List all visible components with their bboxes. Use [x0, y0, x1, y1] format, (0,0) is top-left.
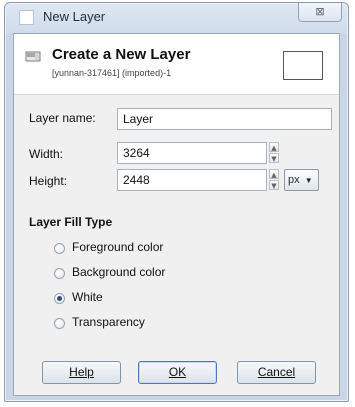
unit-select[interactable]: px ▼ — [284, 169, 319, 191]
help-button[interactable]: Help — [42, 361, 121, 384]
radio-white[interactable]: White — [54, 290, 244, 308]
ok-label: OK — [168, 365, 187, 379]
unit-value: px — [288, 174, 300, 186]
spin-up-icon[interactable]: ▲ — [269, 169, 279, 179]
radio-label: Transparency — [72, 315, 145, 329]
cancel-label: Cancel — [257, 365, 296, 379]
radio-label: Background color — [72, 265, 166, 279]
close-button[interactable]: ⊠ — [298, 3, 342, 22]
dialog-content: Create a New Layer [yunnan-317461] (impo… — [13, 33, 340, 396]
cancel-button[interactable]: Cancel — [237, 361, 316, 384]
spin-down-icon[interactable]: ▼ — [269, 180, 279, 190]
layer-name-input[interactable]: Layer — [117, 108, 332, 130]
radio-button-icon[interactable] — [54, 243, 65, 254]
dialog-title: Create a New Layer — [52, 46, 191, 63]
chevron-down-icon: ▼ — [304, 176, 313, 185]
help-label: Help — [69, 365, 94, 379]
radio-foreground-color[interactable]: Foreground color — [54, 240, 244, 258]
layer-preview — [283, 51, 323, 80]
fill-type-title: Layer Fill Type — [29, 215, 113, 229]
new-layer-window: New Layer ⊠ Create a New Layer [yunnan-3… — [4, 2, 349, 402]
radio-transparency[interactable]: Transparency — [54, 315, 244, 333]
window-app-icon — [19, 10, 34, 25]
spin-down-icon[interactable]: ▼ — [269, 153, 279, 163]
radio-label: Foreground color — [72, 240, 164, 254]
width-label: Width: — [29, 147, 64, 161]
width-spinner[interactable]: ▲ ▼ — [269, 142, 279, 164]
window-title: New Layer — [43, 9, 106, 24]
width-input[interactable]: 3264 — [117, 142, 267, 164]
layer-icon — [25, 51, 41, 62]
image-name: [yunnan-317461] (imported)-1 — [52, 68, 172, 78]
close-icon: ⊠ — [315, 5, 325, 18]
height-input[interactable]: 2448 — [117, 169, 267, 191]
radio-background-color[interactable]: Background color — [54, 265, 244, 283]
radio-button-icon[interactable] — [54, 293, 65, 304]
title-bar: New Layer ⊠ — [5, 3, 348, 33]
ok-button[interactable]: OK — [138, 361, 217, 384]
height-spinner[interactable]: ▲ ▼ — [269, 169, 279, 191]
dialog-header: Create a New Layer [yunnan-317461] (impo… — [14, 34, 339, 95]
radio-button-icon[interactable] — [54, 268, 65, 279]
layer-name-label: Layer name: — [29, 111, 96, 125]
radio-button-icon[interactable] — [54, 318, 65, 329]
spin-up-icon[interactable]: ▲ — [269, 142, 279, 152]
height-label: Height: — [29, 174, 68, 188]
radio-label: White — [72, 290, 103, 304]
